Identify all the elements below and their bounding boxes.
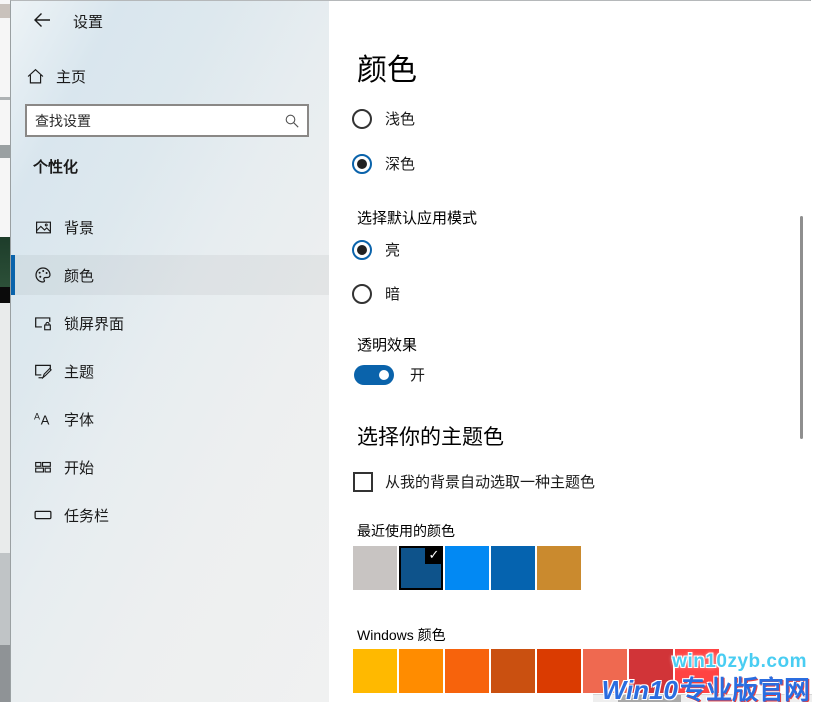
fonts-icon: AA: [34, 410, 52, 428]
recent-colors-label: 最近使用的颜色: [357, 521, 455, 541]
radio-color-dark[interactable]: 深色: [352, 153, 415, 174]
toggle-knob: [379, 370, 389, 380]
page-title: 颜色: [357, 45, 417, 89]
transparency-toggle[interactable]: [354, 365, 394, 385]
desktop-fragment: [0, 287, 10, 303]
svg-text:A: A: [41, 413, 50, 428]
sidebar-item-label: 任务栏: [64, 505, 109, 526]
search-input[interactable]: [27, 113, 277, 129]
desktop-wallpaper-fragment: [0, 237, 10, 287]
sidebar-item-fonts[interactable]: AA 字体: [11, 399, 329, 439]
sidebar-item-label: 开始: [64, 457, 94, 478]
desktop-fragment: [0, 97, 10, 100]
sidebar-item-label: 锁屏界面: [64, 313, 124, 334]
windows-color-swatch[interactable]: [445, 649, 489, 693]
sidebar-item-label: 字体: [64, 409, 94, 430]
desktop-fragment: [0, 553, 10, 645]
recent-color-swatch[interactable]: [353, 546, 397, 590]
image-icon: [34, 219, 52, 236]
radio-label: 暗: [385, 283, 400, 304]
svg-text:A: A: [34, 412, 40, 422]
back-arrow-icon: [32, 10, 52, 30]
sidebar-item-colors[interactable]: 颜色: [11, 255, 329, 295]
radio-icon: [352, 284, 372, 304]
desktop-fragment: [0, 4, 10, 18]
windows-color-swatch[interactable]: [491, 649, 535, 693]
search-box: [25, 104, 309, 137]
watermark-brand-italic: Win10: [602, 675, 678, 702]
sidebar-item-home[interactable]: 主页: [27, 61, 227, 91]
selected-color-check-icon: ✓: [425, 546, 443, 564]
recent-color-swatch[interactable]: [491, 546, 535, 590]
accent-heading: 选择你的主题色: [357, 421, 504, 451]
recent-colors-row: ✓: [353, 546, 581, 590]
radio-color-light[interactable]: 浅色: [352, 108, 415, 129]
sidebar-item-label: 主题: [64, 361, 94, 382]
theme-icon: [34, 362, 52, 380]
transparency-toggle-row: 开: [354, 364, 425, 385]
desktop-fragment: [0, 303, 10, 553]
search-icon[interactable]: [277, 113, 307, 129]
settings-window: 设置 × 主页 个性化 背: [10, 0, 811, 702]
desktop-fragment: [0, 645, 10, 702]
windows-color-swatch[interactable]: [399, 649, 443, 693]
back-button[interactable]: [25, 7, 59, 33]
radio-icon: [352, 109, 372, 129]
sidebar-item-themes[interactable]: 主题: [11, 351, 329, 391]
radio-label: 亮: [385, 239, 400, 260]
checkbox-icon: [353, 472, 373, 492]
sidebar-section-title: 个性化: [33, 156, 78, 177]
watermark-brand-rest: 专业版官网: [680, 675, 810, 702]
sidebar-item-start[interactable]: 开始: [11, 447, 329, 487]
sidebar-item-lockscreen[interactable]: 锁屏界面: [11, 303, 329, 343]
lockscreen-icon: [34, 314, 52, 332]
app-title: 设置: [73, 11, 103, 32]
home-icon: [27, 68, 44, 85]
screen: 设置 × 主页 个性化 背: [0, 0, 813, 702]
watermark-brand-text: Win10专业版官网: [602, 670, 810, 702]
auto-pick-accent-checkbox-row[interactable]: 从我的背景自动选取一种主题色: [353, 471, 595, 492]
app-mode-label: 选择默认应用模式: [357, 207, 477, 228]
recent-color-swatch[interactable]: [537, 546, 581, 590]
start-icon: [34, 458, 52, 476]
recent-color-swatch[interactable]: ✓: [399, 546, 443, 590]
sidebar-item-label: 颜色: [64, 265, 94, 286]
radio-appmode-dark[interactable]: 暗: [352, 283, 400, 304]
radio-selected-icon: [352, 240, 372, 260]
checkbox-label: 从我的背景自动选取一种主题色: [385, 471, 595, 492]
sidebar-item-taskbar[interactable]: 任务栏: [11, 495, 329, 535]
recent-color-swatch[interactable]: [445, 546, 489, 590]
desktop-fragment: [0, 145, 10, 158]
sidebar-item-background[interactable]: 背景: [11, 207, 329, 247]
palette-icon: [34, 266, 52, 284]
vertical-scrollbar-thumb[interactable]: [800, 216, 803, 439]
windows-colors-label: Windows 颜色: [357, 625, 446, 645]
radio-label: 浅色: [385, 108, 415, 129]
taskbar-icon: [34, 506, 52, 524]
radio-appmode-light[interactable]: 亮: [352, 239, 400, 260]
desktop-background-sliver: [0, 0, 10, 702]
radio-selected-icon: [352, 154, 372, 174]
windows-color-swatch[interactable]: [353, 649, 397, 693]
windows-color-swatch[interactable]: [537, 649, 581, 693]
toggle-state-label: 开: [410, 364, 425, 385]
sidebar-item-label: 背景: [64, 217, 94, 238]
transparency-label: 透明效果: [357, 334, 417, 355]
radio-label: 深色: [385, 153, 415, 174]
selected-item-indicator: [11, 255, 15, 295]
sidebar-home-label: 主页: [56, 66, 86, 87]
